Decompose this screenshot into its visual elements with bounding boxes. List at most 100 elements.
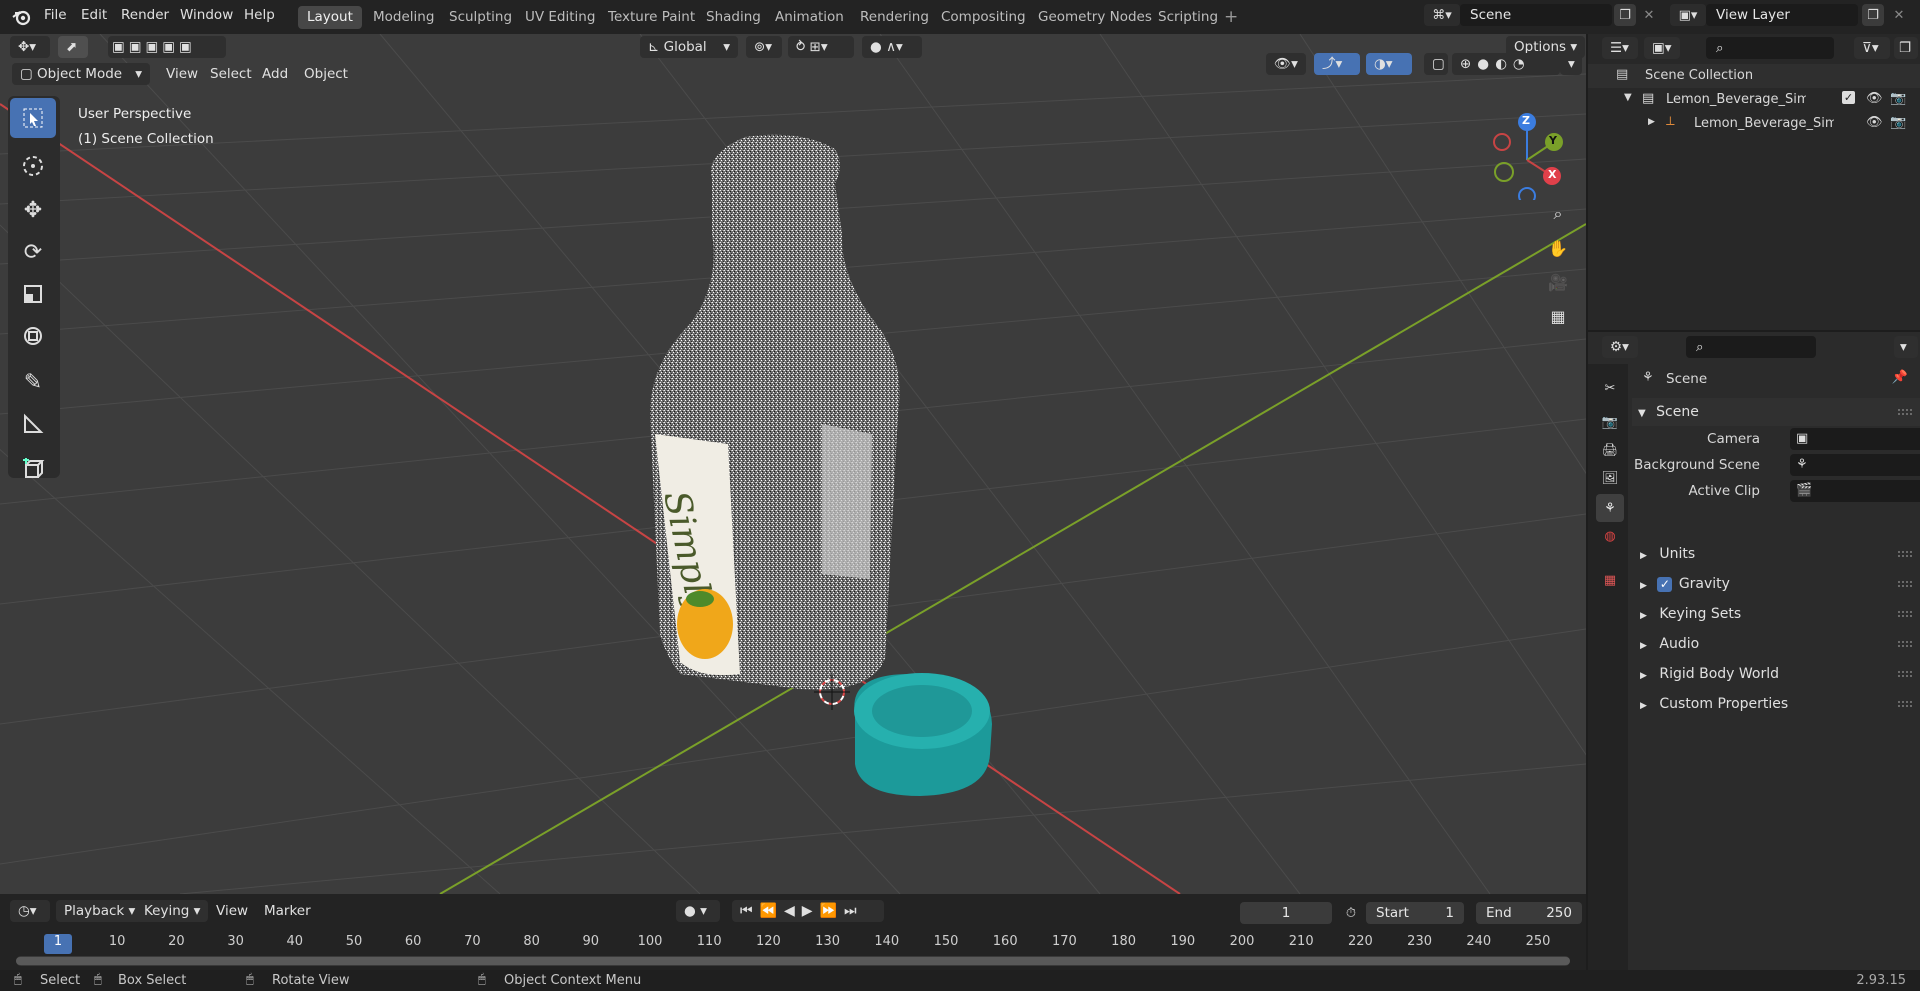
overlays-toggle-icon[interactable]: ◑▾ bbox=[1366, 53, 1412, 75]
scene-name-field[interactable]: Scene bbox=[1460, 4, 1612, 26]
camera-field[interactable]: ▣ ✒ bbox=[1790, 428, 1920, 450]
snap-icon[interactable]: ⥁ ⊞▾ bbox=[788, 36, 854, 58]
panel-custom-properties[interactable]: ▶ Custom Properties bbox=[1632, 690, 1920, 718]
ortho-grid-icon[interactable]: ▦ bbox=[1544, 302, 1572, 330]
filter-icon[interactable]: ⊽▾ bbox=[1854, 37, 1890, 59]
start-frame-field[interactable]: Start 1 bbox=[1366, 902, 1464, 924]
record-icon[interactable]: ● ▾ bbox=[676, 900, 720, 922]
timeline-menu-view[interactable]: View bbox=[208, 900, 256, 922]
exclude-checkbox[interactable]: ✓ bbox=[1842, 91, 1855, 104]
drag-grip-icon[interactable] bbox=[1898, 611, 1912, 617]
collapse-arrow-icon[interactable]: ▶ bbox=[1648, 117, 1655, 127]
drag-grip-icon[interactable] bbox=[1898, 551, 1912, 557]
pivot-point-icon[interactable]: ⊚▾ bbox=[746, 36, 782, 58]
playback-controls-icon[interactable]: ⏮⏪◀▶⏩⏭ bbox=[732, 900, 884, 922]
properties-editor-icon[interactable]: ⚙▾ bbox=[1602, 336, 1638, 358]
scale-tool-icon[interactable] bbox=[10, 274, 56, 314]
delete-scene-icon[interactable]: ✕ bbox=[1638, 4, 1660, 26]
tab-compositing[interactable]: Compositing bbox=[932, 6, 1035, 29]
outliner-row-collection[interactable]: ▼ ▤ Lemon_Beverage_Simply_Le ✓ 👁 📷 bbox=[1588, 88, 1920, 112]
rotate-tool-icon[interactable]: ⟳ bbox=[10, 232, 56, 272]
timeline-scroll-thumb[interactable] bbox=[16, 957, 1570, 965]
end-frame-field[interactable]: End 250 bbox=[1476, 902, 1582, 924]
outliner-row-object[interactable]: ▶ ⟂ Lemon_Beverage_Simply 👁 📷 bbox=[1588, 112, 1920, 136]
stopwatch-icon[interactable]: ⏱ bbox=[1340, 902, 1362, 924]
current-frame-field[interactable]: 1 bbox=[1240, 902, 1332, 924]
panel-audio[interactable]: ▶ Audio bbox=[1632, 630, 1920, 658]
display-mode-icon[interactable]: ▣▾ bbox=[1644, 37, 1680, 59]
menu-help[interactable]: Help bbox=[244, 7, 275, 23]
xray-icon[interactable]: ▢ bbox=[1424, 53, 1448, 75]
gravity-checkbox[interactable]: ✓ bbox=[1657, 576, 1673, 592]
drag-grip-icon[interactable] bbox=[1898, 641, 1912, 647]
gizmo-toggle-icon[interactable]: ⤴▾ bbox=[1314, 53, 1360, 75]
panel-rigid-body-world[interactable]: ▶ Rigid Body World bbox=[1632, 660, 1920, 688]
tab-uv-editing[interactable]: UV Editing bbox=[516, 6, 604, 29]
delete-view-layer-icon[interactable]: ✕ bbox=[1888, 4, 1910, 26]
background-scene-field[interactable]: ⚘ bbox=[1790, 454, 1920, 476]
eye-visibility-icon[interactable]: 👁 bbox=[1866, 115, 1883, 130]
annotate-tool-icon[interactable]: ✎ bbox=[10, 362, 56, 402]
render-tab-icon[interactable]: 📷 bbox=[1596, 408, 1624, 436]
properties-options-icon[interactable]: ▾ bbox=[1894, 336, 1918, 358]
add-workspace-icon[interactable]: + bbox=[1224, 7, 1238, 27]
properties-search-input[interactable]: ⌕ bbox=[1686, 336, 1816, 358]
camera-render-icon[interactable]: 📷 bbox=[1890, 115, 1906, 130]
timeline-editor-icon[interactable]: ◷▾ bbox=[10, 900, 50, 922]
viewport-menu-select[interactable]: Select bbox=[202, 63, 260, 85]
timeline-menu-playback[interactable]: Playback ▾ bbox=[56, 900, 144, 922]
shading-options-icon[interactable]: ▾ bbox=[1560, 53, 1582, 75]
outliner-search-input[interactable]: ⌕ bbox=[1706, 37, 1834, 59]
tab-modeling[interactable]: Modeling bbox=[364, 6, 443, 29]
tab-rendering[interactable]: Rendering bbox=[851, 6, 938, 29]
panel-gravity[interactable]: ▶ ✓ Gravity bbox=[1632, 570, 1920, 598]
view-layer-tab-icon[interactable]: 🖼 bbox=[1596, 464, 1624, 492]
zoom-icon[interactable]: ⌕ bbox=[1544, 200, 1572, 228]
measure-tool-icon[interactable] bbox=[10, 404, 56, 444]
select-tweak-icon[interactable]: ⬈ bbox=[58, 36, 88, 58]
pan-hand-icon[interactable]: ✋ bbox=[1544, 234, 1572, 262]
viewport-menu-object[interactable]: Object bbox=[296, 63, 356, 85]
cursor-tool-icon[interactable] bbox=[10, 146, 56, 186]
expand-arrow-icon[interactable]: ▼ bbox=[1624, 92, 1632, 103]
new-view-layer-icon[interactable]: ❐ bbox=[1862, 4, 1884, 26]
timeline-scrollbar[interactable] bbox=[16, 956, 1570, 966]
panel-units[interactable]: ▶ Units bbox=[1632, 540, 1920, 568]
shading-modes-icon[interactable]: ⊕●◐◔ bbox=[1452, 53, 1560, 75]
panel-scene-header[interactable]: ▼ Scene bbox=[1632, 398, 1920, 426]
drag-grip-icon[interactable] bbox=[1898, 581, 1912, 587]
menu-render[interactable]: Render bbox=[121, 7, 169, 23]
tab-geometry-nodes[interactable]: Geometry Nodes bbox=[1029, 6, 1161, 29]
eye-visibility-icon[interactable]: 👁 bbox=[1866, 91, 1883, 106]
world-tab-icon[interactable]: ◍ bbox=[1596, 522, 1624, 550]
tab-shading[interactable]: Shading bbox=[697, 6, 770, 29]
blender-logo-icon[interactable] bbox=[12, 8, 32, 26]
outliner-editor-icon[interactable]: ☰▾ bbox=[1602, 37, 1638, 59]
camera-render-icon[interactable]: 📷 bbox=[1890, 91, 1906, 106]
tab-layout[interactable]: Layout bbox=[298, 6, 362, 29]
pin-icon[interactable]: 📌 bbox=[1892, 370, 1908, 385]
tab-scripting[interactable]: Scripting bbox=[1149, 6, 1227, 29]
output-tab-icon[interactable]: 🖨 bbox=[1596, 436, 1624, 464]
new-collection-icon[interactable]: ❐ bbox=[1894, 37, 1918, 59]
tab-texture-paint[interactable]: Texture Paint bbox=[599, 6, 704, 29]
viewport-menu-view[interactable]: View bbox=[158, 63, 206, 85]
camera-view-icon[interactable]: 🎥 bbox=[1544, 268, 1572, 296]
tab-sculpting[interactable]: Sculpting bbox=[440, 6, 521, 29]
drag-grip-icon[interactable] bbox=[1898, 671, 1912, 677]
tab-animation[interactable]: Animation bbox=[766, 6, 853, 29]
mode-dropdown[interactable]: ▢ Object Mode ▾ bbox=[12, 63, 150, 85]
texture-tab-icon[interactable]: ▦ bbox=[1596, 566, 1624, 594]
menu-file[interactable]: File bbox=[44, 7, 67, 23]
drag-grip-icon[interactable] bbox=[1898, 409, 1912, 415]
proportional-edit-icon[interactable]: ● ∧▾ bbox=[862, 36, 922, 58]
panel-keying-sets[interactable]: ▶ Keying Sets bbox=[1632, 600, 1920, 628]
outliner-row-scene-collection[interactable]: ▤ Scene Collection bbox=[1588, 64, 1920, 88]
move-tool-icon[interactable]: ✥ bbox=[10, 190, 56, 230]
visibility-icon[interactable]: 👁▾ bbox=[1266, 53, 1306, 75]
timeline-menu-marker[interactable]: Marker bbox=[256, 900, 319, 922]
active-clip-field[interactable]: 🎬 bbox=[1790, 480, 1920, 502]
scene-selector-icon[interactable]: ⌘▾ bbox=[1424, 4, 1460, 26]
transform-tool-icon[interactable] bbox=[10, 316, 56, 356]
new-scene-icon[interactable]: ❐ bbox=[1614, 4, 1636, 26]
